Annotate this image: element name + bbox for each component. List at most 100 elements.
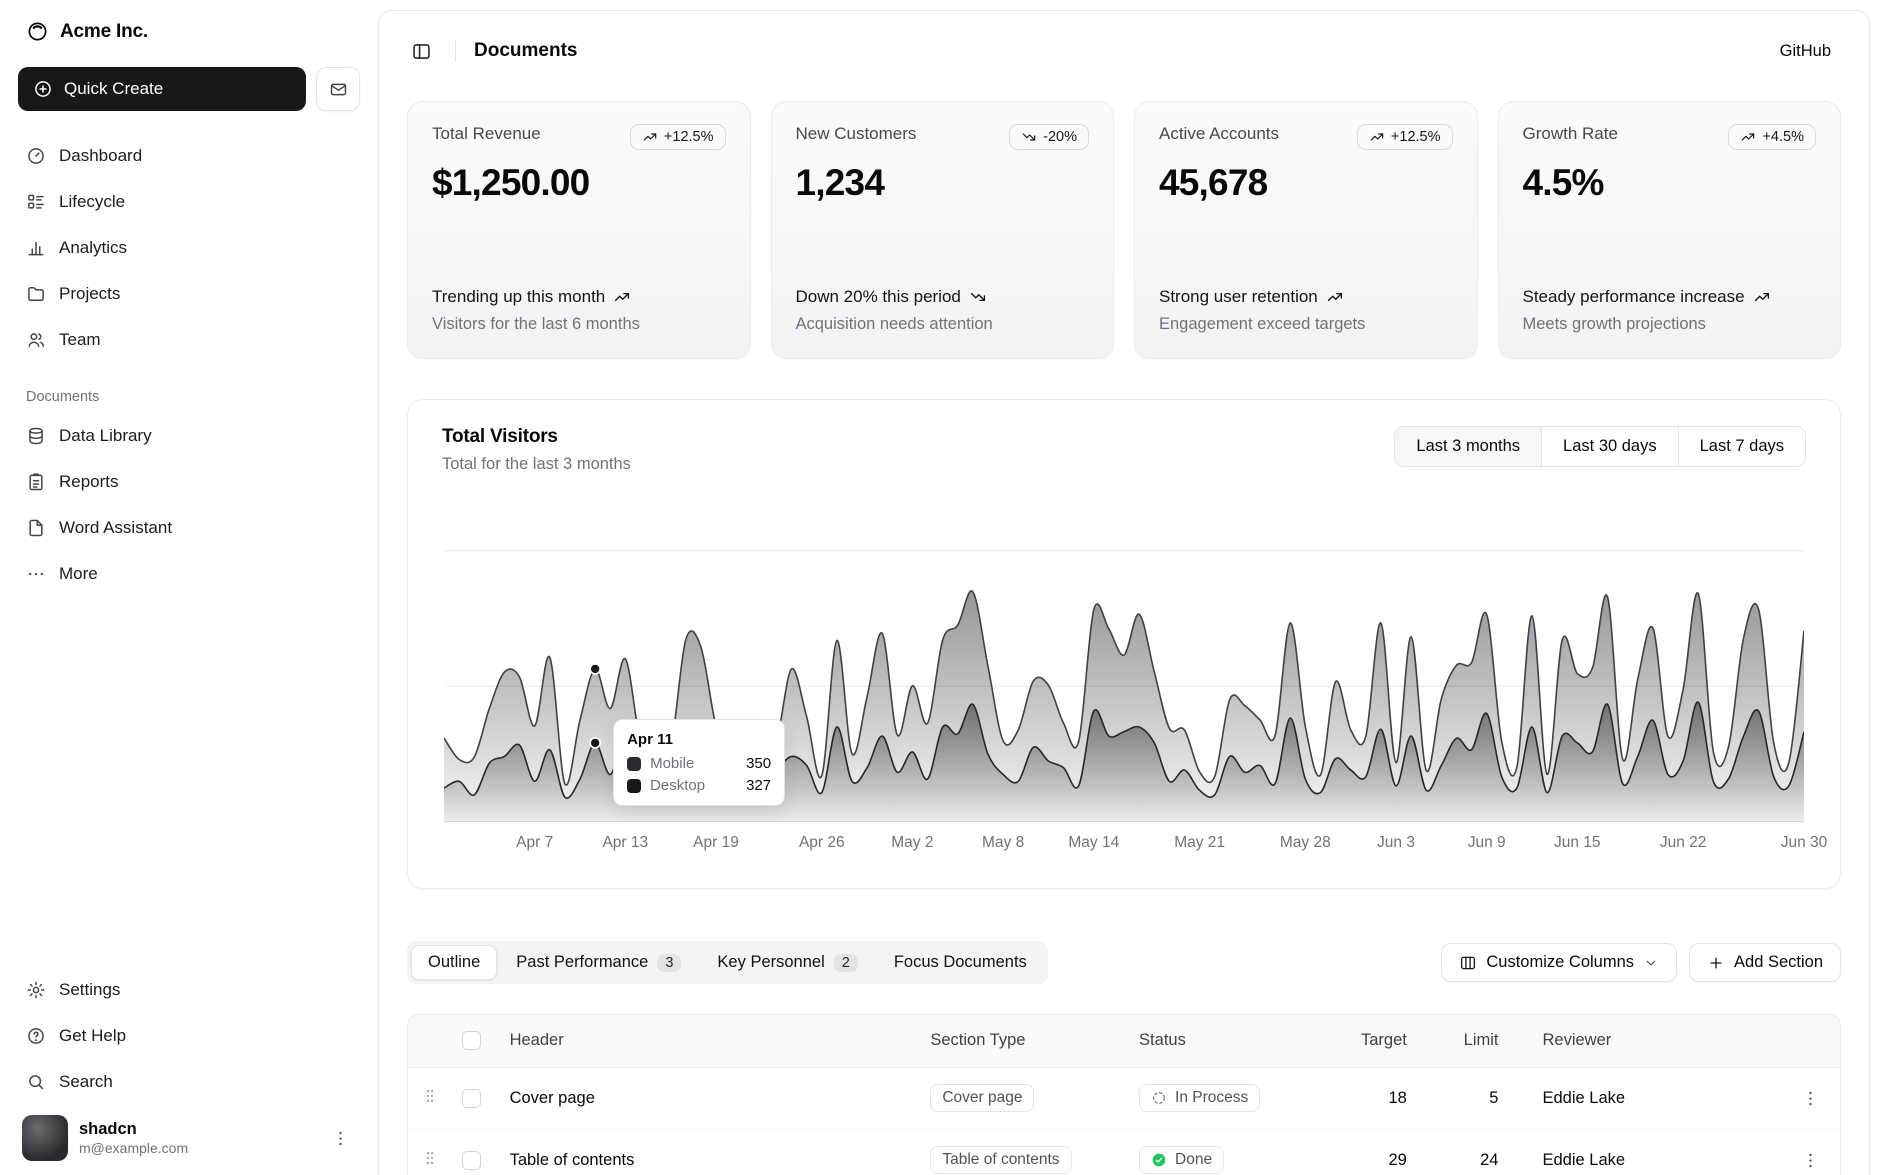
tooltip-row-desktop: Desktop 327 bbox=[627, 777, 771, 794]
desktop-swatch bbox=[627, 779, 641, 793]
sidebar-item-projects[interactable]: Projects bbox=[16, 271, 362, 317]
tab-key-personnel[interactable]: Key Personnel 2 bbox=[700, 945, 874, 980]
stat-value: 45,678 bbox=[1159, 162, 1453, 204]
inbox-mail-button[interactable] bbox=[316, 67, 360, 111]
stat-value: 1,234 bbox=[796, 162, 1090, 204]
user-row[interactable]: shadcn m@example.com bbox=[16, 1105, 362, 1165]
row-checkbox[interactable] bbox=[462, 1089, 481, 1108]
sidebar-section-label: Documents bbox=[16, 389, 362, 405]
github-link[interactable]: GitHub bbox=[1768, 34, 1843, 69]
target-value[interactable]: 29 bbox=[1324, 1129, 1441, 1175]
tooltip-label: Mobile bbox=[650, 755, 737, 772]
stat-title: New Customers bbox=[796, 124, 917, 144]
sidebar-toggle-button[interactable] bbox=[405, 35, 437, 67]
range-last-30-days[interactable]: Last 30 days bbox=[1541, 427, 1678, 466]
table-row[interactable]: Table of contents Table of contents Done… bbox=[408, 1129, 1840, 1175]
user-menu-button[interactable] bbox=[324, 1122, 356, 1154]
sidebar-item-label: Get Help bbox=[59, 1026, 126, 1046]
sidebar-secondary: Settings Get Help Search bbox=[16, 967, 362, 1105]
quick-create-button[interactable]: Quick Create bbox=[18, 67, 306, 111]
trend-up-icon bbox=[642, 129, 658, 145]
tab-label: Outline bbox=[428, 953, 480, 972]
sidebar-item-dashboard[interactable]: Dashboard bbox=[16, 133, 362, 179]
page-title: Documents bbox=[474, 40, 577, 62]
row-header-link[interactable]: Table of contents bbox=[510, 1151, 635, 1169]
tab-focus-documents[interactable]: Focus Documents bbox=[877, 945, 1044, 980]
sidebar-item-get-help[interactable]: Get Help bbox=[16, 1013, 362, 1059]
stat-summary: Down 20% this period bbox=[796, 286, 1090, 308]
tooltip-date: Apr 11 bbox=[627, 731, 771, 748]
stats-grid: Total Revenue +12.5% $1,250.00 Trending … bbox=[379, 91, 1869, 359]
limit-value[interactable]: 5 bbox=[1441, 1067, 1533, 1129]
sidebar-item-lifecycle[interactable]: Lifecycle bbox=[16, 179, 362, 225]
tab-outline[interactable]: Outline bbox=[411, 945, 497, 980]
sidebar-item-word-assistant[interactable]: Word Assistant bbox=[16, 505, 362, 551]
add-section-button[interactable]: Add Section bbox=[1689, 943, 1841, 982]
chart-title: Total Visitors bbox=[442, 426, 631, 448]
sidebar-item-reports[interactable]: Reports bbox=[16, 459, 362, 505]
sidebar-item-label: Reports bbox=[59, 472, 119, 492]
sidebar-item-analytics[interactable]: Analytics bbox=[16, 225, 362, 271]
x-axis-label: May 2 bbox=[891, 834, 933, 852]
range-last-7-days[interactable]: Last 7 days bbox=[1678, 427, 1805, 466]
gauge-icon bbox=[26, 146, 46, 166]
gear-icon bbox=[26, 980, 46, 1000]
row-menu-button[interactable] bbox=[1794, 1082, 1826, 1114]
quick-create-row: Quick Create bbox=[18, 67, 360, 111]
sidebar-item-settings[interactable]: Settings bbox=[16, 967, 362, 1013]
stat-caption: Meets growth projections bbox=[1523, 315, 1817, 334]
select-all-checkbox[interactable] bbox=[462, 1031, 481, 1050]
tab-past-performance[interactable]: Past Performance 3 bbox=[499, 945, 698, 980]
x-axis-label: May 8 bbox=[982, 834, 1024, 852]
column-target: Target bbox=[1324, 1015, 1441, 1067]
row-header-link[interactable]: Cover page bbox=[510, 1089, 595, 1107]
database-icon bbox=[26, 426, 46, 446]
trend-down-icon bbox=[1021, 129, 1037, 145]
row-checkbox[interactable] bbox=[462, 1151, 481, 1170]
trend-up-icon bbox=[1740, 129, 1756, 145]
column-limit: Limit bbox=[1441, 1015, 1533, 1067]
drag-handle-icon bbox=[421, 1087, 439, 1105]
sidebar-item-data-library[interactable]: Data Library bbox=[16, 413, 362, 459]
dots-icon bbox=[26, 564, 46, 584]
x-axis-label: Apr 13 bbox=[602, 834, 648, 852]
sidebar-item-more[interactable]: More bbox=[16, 551, 362, 597]
reviewer-value: Eddie Lake bbox=[1532, 1129, 1784, 1175]
chart-icon bbox=[26, 238, 46, 258]
trend-up-icon bbox=[1369, 129, 1385, 145]
row-menu-button[interactable] bbox=[1794, 1144, 1826, 1175]
target-value[interactable]: 18 bbox=[1324, 1067, 1441, 1129]
help-icon bbox=[26, 1026, 46, 1046]
stat-card-active-accounts: Active Accounts +12.5% 45,678 Strong use… bbox=[1134, 101, 1478, 359]
table-header-row: Header Section Type Status Target Limit … bbox=[408, 1015, 1840, 1067]
sidebar: Acme Inc. Quick Create DashboardLifecycl… bbox=[0, 0, 378, 1175]
tab-count-badge: 2 bbox=[834, 954, 858, 972]
trend-down-icon bbox=[969, 288, 987, 306]
app-layout: Acme Inc. Quick Create DashboardLifecycl… bbox=[0, 0, 1880, 1175]
x-axis-label: Apr 19 bbox=[693, 834, 739, 852]
sidebar-item-search[interactable]: Search bbox=[16, 1059, 362, 1105]
actions-column-header bbox=[1784, 1015, 1840, 1067]
stat-card-total-revenue: Total Revenue +12.5% $1,250.00 Trending … bbox=[407, 101, 751, 359]
stat-card-growth-rate: Growth Rate +4.5% 4.5% Steady performanc… bbox=[1498, 101, 1842, 359]
stat-top: New Customers -20% bbox=[796, 124, 1090, 150]
drag-handle-icon bbox=[421, 1149, 439, 1167]
sidebar-item-label: Word Assistant bbox=[59, 518, 172, 538]
stat-caption: Visitors for the last 6 months bbox=[432, 315, 726, 334]
table-row[interactable]: Cover page Cover page In Process 18 5 Ed… bbox=[408, 1067, 1840, 1129]
range-last-3-months[interactable]: Last 3 months bbox=[1395, 427, 1541, 466]
column-status: Status bbox=[1129, 1015, 1324, 1067]
trend-badge: -20% bbox=[1009, 124, 1089, 150]
sidebar-item-team[interactable]: Team bbox=[16, 317, 362, 363]
header-divider bbox=[455, 40, 456, 62]
bar-actions: Customize Columns Add Section bbox=[1441, 943, 1841, 982]
stat-summary: Strong user retention bbox=[1159, 286, 1453, 308]
trend-badge-value: +12.5% bbox=[664, 129, 714, 145]
brand[interactable]: Acme Inc. bbox=[16, 12, 362, 51]
loader-icon bbox=[1151, 1090, 1167, 1106]
limit-value[interactable]: 24 bbox=[1441, 1129, 1533, 1175]
report-icon bbox=[26, 472, 46, 492]
customize-columns-button[interactable]: Customize Columns bbox=[1441, 943, 1677, 982]
stat-top: Active Accounts +12.5% bbox=[1159, 124, 1453, 150]
stat-top: Growth Rate +4.5% bbox=[1523, 124, 1817, 150]
